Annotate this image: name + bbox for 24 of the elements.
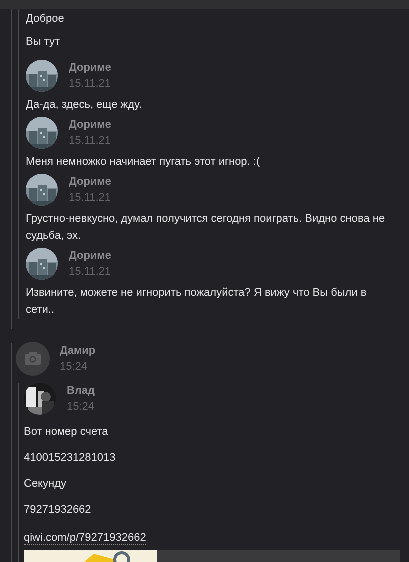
author-name[interactable]: Дориме	[69, 118, 112, 132]
author-name[interactable]: Дориме	[69, 62, 112, 74]
author-name[interactable]: Дориме	[69, 250, 112, 262]
author-name[interactable]: Влад	[67, 384, 96, 398]
message-date: 15.11.21	[69, 266, 112, 278]
message-text: Меня немножко начинает пугать этот игнор. :(	[26, 155, 262, 170]
message-date: 15.11.21	[69, 192, 112, 204]
message-text: 410015231281013	[24, 451, 117, 466]
message-text: Да-да, здесь, еще жду.	[26, 98, 144, 113]
message-text: Извините, можете не игнорить пожалуйста? Я вижу что Вы были в сети..	[26, 286, 368, 318]
author-name[interactable]: Дамир	[60, 344, 96, 358]
payment-link[interactable]: qiwi.com/p/79271932662	[24, 532, 146, 545]
message-date: 15.11.21	[69, 78, 112, 90]
message-text: Вы тут	[26, 35, 61, 50]
message-date: 15.11.21	[69, 134, 112, 148]
message-text: 79271932662	[24, 503, 92, 518]
message-text: Грустно-невкусно, думал получится сегодня поиграть. Видно снова не судьба, эх.	[26, 212, 386, 244]
camera-avatar-icon	[16, 342, 50, 376]
message-date: 15:24	[67, 400, 96, 414]
message-text: Вот номер счета	[24, 425, 110, 440]
message-text: Секунду	[24, 477, 68, 492]
message-date: 15:24	[60, 360, 89, 374]
message-text: Доброе	[26, 12, 66, 27]
author-name[interactable]: Дориме	[69, 176, 112, 188]
